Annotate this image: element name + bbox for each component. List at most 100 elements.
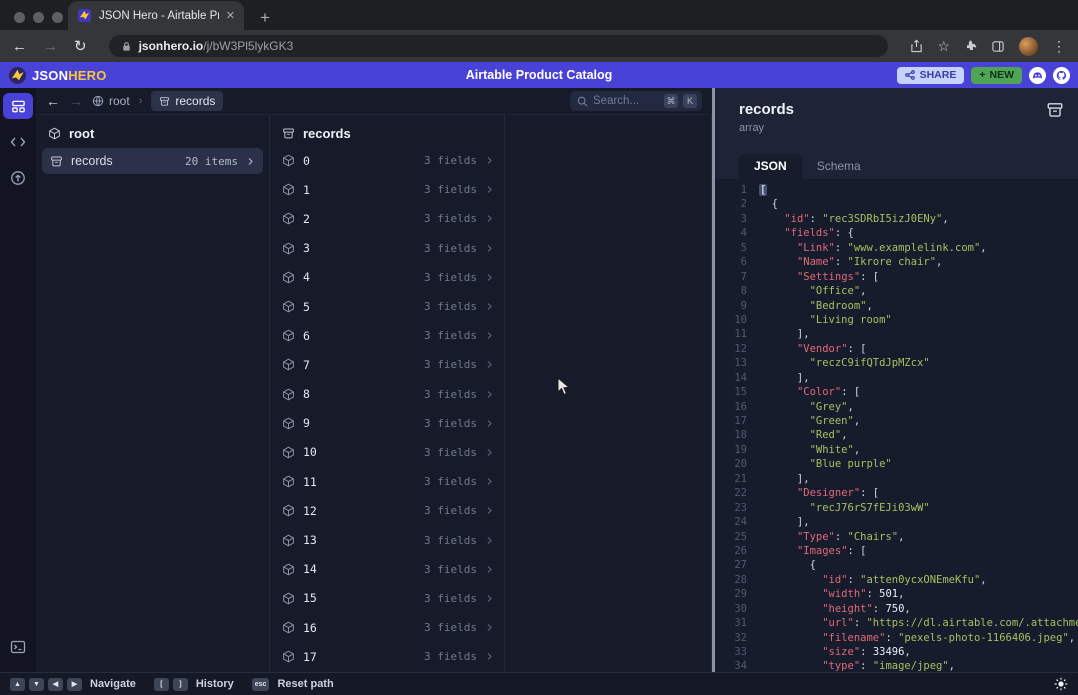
tree-view-icon[interactable] <box>3 165 33 191</box>
new-button[interactable]: + NEW <box>971 67 1022 84</box>
tab-schema[interactable]: Schema <box>802 154 876 179</box>
code-line: 17 "Green", <box>715 414 1078 428</box>
column-empty <box>505 115 712 672</box>
item-meta: 3 fields <box>424 388 477 401</box>
window-maximize-button[interactable] <box>52 12 63 23</box>
list-item-9[interactable]: 93 fields <box>270 409 504 438</box>
key-chip: ▶ <box>67 678 82 691</box>
chevron-right-icon <box>485 419 494 428</box>
statusbar-hint: escReset path <box>252 678 334 691</box>
list-item-3[interactable]: 33 fields <box>270 234 504 263</box>
bookmark-star-icon[interactable]: ☆ <box>937 39 950 53</box>
cube-icon <box>282 563 295 576</box>
address-bar[interactable]: jsonhero.io/j/bW3Pl5lykGK3 <box>109 35 889 57</box>
breadcrumb-root[interactable]: root <box>92 94 130 108</box>
list-item-0[interactable]: 03 fields <box>270 146 504 175</box>
list-item-17[interactable]: 173 fields <box>270 642 504 671</box>
column-root: root records20 items <box>36 115 270 672</box>
new-tab-button[interactable]: + <box>260 9 270 26</box>
line-number: 1 <box>715 183 747 197</box>
browser-tabstrip: JSON Hero - Airtable Product C ✕ + <box>0 0 1078 30</box>
item-label: 4 <box>303 270 310 284</box>
breadcrumb-records[interactable]: records <box>151 91 223 111</box>
list-item-12[interactable]: 123 fields <box>270 496 504 525</box>
item-label: 6 <box>303 329 310 343</box>
chevron-right-icon <box>485 594 494 603</box>
line-number: 26 <box>715 544 747 558</box>
browser-menu-icon[interactable]: ⋮ <box>1052 39 1066 53</box>
window-close-button[interactable] <box>14 12 25 23</box>
forward-button[interactable]: → <box>43 39 58 54</box>
line-number: 17 <box>715 414 747 428</box>
list-item-2[interactable]: 23 fields <box>270 204 504 233</box>
line-number: 12 <box>715 342 747 356</box>
github-icon[interactable] <box>1053 67 1070 84</box>
list-item-4[interactable]: 43 fields <box>270 263 504 292</box>
item-meta: 3 fields <box>424 154 477 167</box>
tab-close-icon[interactable]: ✕ <box>226 9 235 22</box>
window-controls[interactable] <box>14 12 63 23</box>
item-meta: 3 fields <box>424 563 477 576</box>
list-item-15[interactable]: 153 fields <box>270 584 504 613</box>
line-number: 7 <box>715 270 747 284</box>
item-meta: 3 fields <box>424 242 477 255</box>
json-code-viewer[interactable]: 1[2 {3 "id": "rec3SDRbI5izJ0ENy",4 "fiel… <box>715 179 1078 672</box>
list-item-1[interactable]: 13 fields <box>270 175 504 204</box>
history-forward-icon[interactable]: → <box>69 94 83 108</box>
profile-avatar[interactable] <box>1019 37 1038 56</box>
code-line: 27 { <box>715 558 1078 572</box>
list-item-6[interactable]: 63 fields <box>270 321 504 350</box>
tab-title: JSON Hero - Airtable Product C <box>99 10 219 22</box>
code-line: 28 "id": "atten0ycxONEmeKfu", <box>715 573 1078 587</box>
item-meta: 3 fields <box>424 621 477 634</box>
jsonhero-mascot-icon <box>8 66 27 85</box>
cube-icon <box>282 621 295 634</box>
extensions-puzzle-icon[interactable] <box>964 40 977 53</box>
chevron-right-icon <box>485 506 494 515</box>
chevron-right-icon <box>485 565 494 574</box>
list-item-8[interactable]: 83 fields <box>270 380 504 409</box>
archive-icon <box>159 96 170 107</box>
list-item-13[interactable]: 133 fields <box>270 525 504 554</box>
cube-icon <box>282 271 295 284</box>
list-item-11[interactable]: 113 fields <box>270 467 504 496</box>
k-keycap: K <box>683 94 697 108</box>
browser-tab[interactable]: JSON Hero - Airtable Product C ✕ <box>68 1 244 30</box>
code-line: 14 ], <box>715 371 1078 385</box>
item-meta: 3 fields <box>424 417 477 430</box>
list-item-records[interactable]: records20 items <box>42 148 263 174</box>
cube-icon <box>48 127 61 140</box>
chevron-right-icon <box>485 652 494 661</box>
terminal-icon[interactable] <box>3 634 33 660</box>
back-button[interactable]: ← <box>12 39 27 54</box>
list-item-10[interactable]: 103 fields <box>270 438 504 467</box>
column-view-icon[interactable] <box>3 93 33 119</box>
list-item-14[interactable]: 143 fields <box>270 555 504 584</box>
inspector-panel: records array JSON Schema 1[2 {3 "id": "… <box>715 88 1078 672</box>
theme-toggle-sun-icon[interactable] <box>1054 677 1068 691</box>
column-records: records 03 fields13 fields23 fields33 fi… <box>270 115 505 672</box>
list-item-16[interactable]: 163 fields <box>270 613 504 642</box>
list-item-5[interactable]: 53 fields <box>270 292 504 321</box>
code-line: 24 ], <box>715 515 1078 529</box>
item-label: 15 <box>303 591 317 605</box>
search-icon <box>577 96 588 107</box>
reload-button[interactable]: ↻ <box>74 39 87 54</box>
cmd-keycap: ⌘ <box>664 94 678 108</box>
search-placeholder: Search... <box>593 95 659 107</box>
discord-icon[interactable] <box>1029 67 1046 84</box>
tab-json[interactable]: JSON <box>739 154 802 179</box>
jsonhero-logo[interactable]: JSONHERO <box>8 66 107 85</box>
window-minimize-button[interactable] <box>33 12 44 23</box>
history-back-icon[interactable]: ← <box>46 94 60 108</box>
code-view-icon[interactable] <box>3 129 33 155</box>
side-panel-icon[interactable] <box>991 40 1005 53</box>
key-chip: ▼ <box>29 678 44 691</box>
share-page-icon[interactable] <box>910 39 923 53</box>
search-input[interactable]: Search... ⌘ K <box>570 91 702 111</box>
column-title: root <box>69 126 94 141</box>
share-button[interactable]: SHARE <box>897 67 965 84</box>
line-number: 22 <box>715 486 747 500</box>
list-item-7[interactable]: 73 fields <box>270 350 504 379</box>
code-line: 5 "Link": "www.examplelink.com", <box>715 241 1078 255</box>
